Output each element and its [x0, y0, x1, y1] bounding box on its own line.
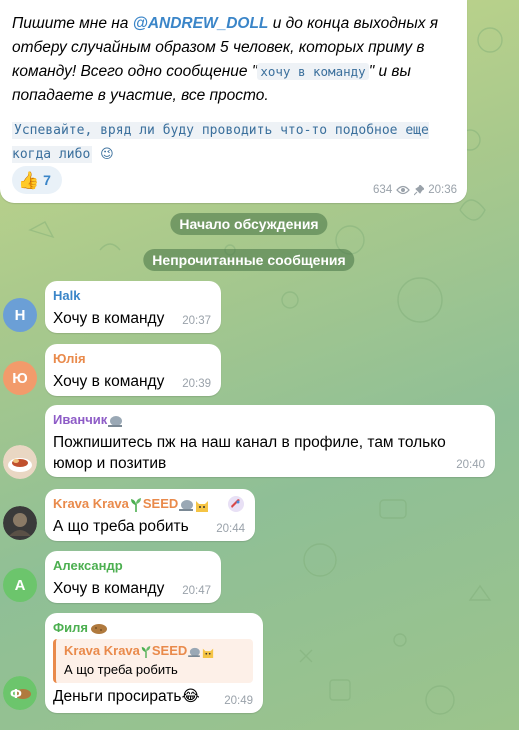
- message-time: 20:37: [182, 315, 211, 327]
- sender-name[interactable]: Филя: [53, 620, 108, 636]
- sender-name[interactable]: Halk: [53, 288, 80, 303]
- sprout-icon: [130, 497, 141, 512]
- avatar-photo[interactable]: [3, 506, 37, 540]
- sprout-icon: [141, 645, 151, 658]
- avatar-photo[interactable]: Ф: [3, 676, 37, 710]
- reply-sender-name: Krava Krava SEED: [64, 643, 215, 658]
- pin-icon: [414, 184, 425, 195]
- sender-name[interactable]: Юлія: [53, 351, 86, 366]
- reaction-count: 7: [43, 172, 51, 188]
- snail-badge-icon: [188, 647, 201, 657]
- message-bubble: Юлія Хочу в команду 20:39: [45, 344, 221, 396]
- sender-name[interactable]: Александр: [53, 558, 123, 573]
- post-time: 20:36: [428, 184, 457, 196]
- message-text: Деньги просирать😂: [53, 688, 200, 705]
- avatar[interactable]: Ю: [3, 361, 37, 395]
- avatar[interactable]: А: [3, 568, 37, 602]
- sender-name[interactable]: Krava Krava SEED: [53, 496, 210, 512]
- message-time: 20:39: [182, 378, 211, 390]
- potato-badge-icon: [90, 623, 107, 634]
- message-text: Пожпишитесь пж на наш канал в профиле, т…: [53, 434, 446, 472]
- message-time: 20:40: [456, 459, 485, 471]
- channel-post: Пишите мне на @ANDREW_DOLL и до конца вы…: [0, 0, 467, 203]
- message-bubble: Krava Krava SEED А що треба робить 20:44: [45, 489, 255, 541]
- message-time: 20:47: [182, 585, 211, 597]
- message-time: 20:44: [216, 523, 245, 535]
- message-text: Хочу в команду: [53, 373, 165, 390]
- unread-messages-label: Непрочитанные сообщения: [143, 249, 355, 271]
- post-mono-line: Успевайте, вряд ли буду проводить что-то…: [12, 122, 429, 163]
- snail-badge-icon: [179, 499, 194, 511]
- message-bubble: Филя Krava Krava SEED А що треба робить Д…: [45, 613, 263, 713]
- message-time: 20:49: [224, 695, 253, 707]
- snail-badge-icon: [108, 415, 123, 427]
- message-bubble: Halk Хочу в команду 20:37: [45, 281, 221, 333]
- avatar-photo[interactable]: [3, 445, 37, 479]
- views-count: 634: [373, 184, 393, 196]
- message-bubble: Александр Хочу в команду 20:47: [45, 551, 221, 603]
- mention-link[interactable]: @ANDREW_DOLL: [133, 15, 269, 32]
- inline-code[interactable]: хочу в команду: [257, 63, 369, 80]
- cat-badge-icon: [196, 500, 209, 512]
- reply-text: А що треба робить: [64, 662, 178, 677]
- message-text: Хочу в команду: [53, 310, 165, 327]
- sender-name[interactable]: Иванчик: [53, 412, 123, 427]
- eye-icon: [396, 185, 411, 195]
- message-text: А що треба робить: [53, 518, 189, 535]
- reply-quote[interactable]: Krava Krava SEED А що треба робить: [53, 639, 253, 683]
- svg-text:Ф: Ф: [10, 687, 22, 701]
- message-text: Хочу в команду: [53, 580, 165, 597]
- discussion-start-label: Начало обсуждения: [170, 213, 328, 235]
- reaction-thumbs-up[interactable]: 👍 7: [12, 166, 62, 194]
- rocket-badge-icon: [228, 496, 244, 512]
- avatar[interactable]: H: [3, 298, 37, 332]
- message-bubble: Иванчик Пожпишитесь пж на наш канал в пр…: [45, 405, 495, 477]
- post-meta: 634 20:36: [373, 184, 457, 196]
- thumbs-up-icon: 👍: [18, 170, 40, 190]
- post-text: Пишите мне на @ANDREW_DOLL и до конца вы…: [12, 15, 439, 104]
- cat-badge-icon: [203, 648, 214, 658]
